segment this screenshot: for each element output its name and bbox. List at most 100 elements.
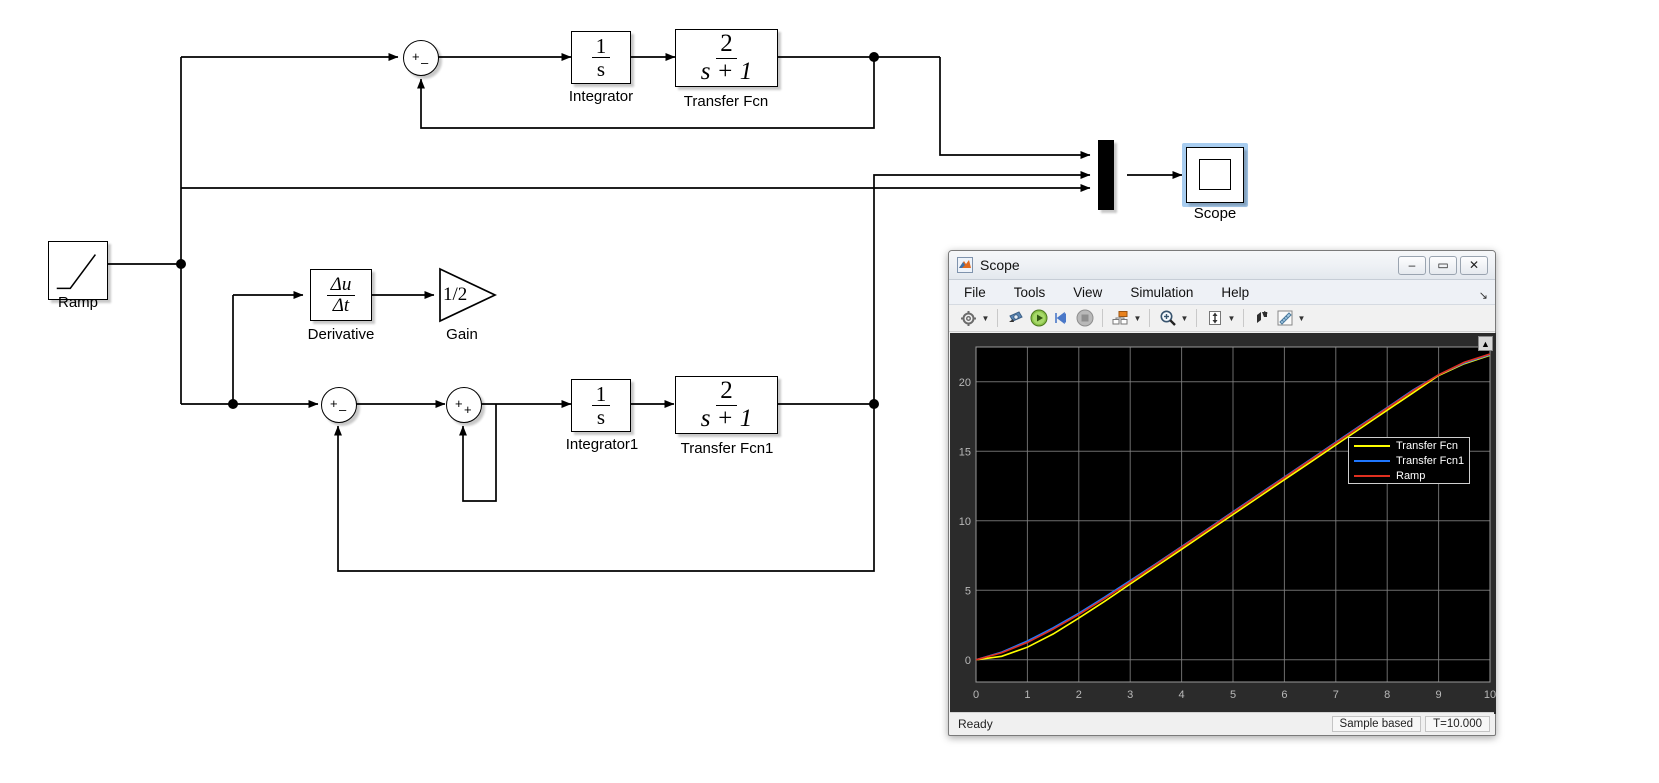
matlab-icon <box>957 257 973 273</box>
scope-window-title: Scope <box>980 257 1020 273</box>
scope-chart: 0 1 2 3 4 5 6 7 8 9 10 0 5 10 15 20 <box>959 346 1496 701</box>
block-label-scope: Scope <box>1193 205 1237 222</box>
minimize-button[interactable]: – <box>1398 255 1426 275</box>
scope-statusbar: Ready Sample based T=10.000 <box>950 712 1494 734</box>
legend-item[interactable]: Ramp <box>1349 468 1469 483</box>
integrator-denominator: s <box>596 57 606 81</box>
status-sample-mode: Sample based <box>1331 715 1422 732</box>
configuration-caret-icon[interactable]: ▼ <box>981 314 990 323</box>
legend-label: Ramp <box>1396 469 1426 482</box>
toolbar-separator-1 <box>997 309 998 327</box>
sum3-sign-plus-a: + <box>455 396 463 411</box>
menu-help[interactable]: Help <box>1218 283 1252 302</box>
block-label-integrator: Integrator <box>568 88 634 105</box>
print-icon[interactable] <box>1005 308 1026 329</box>
scope-window-titlebar[interactable]: Scope – ▭ ✕ <box>949 251 1495 280</box>
configuration-properties-icon[interactable] <box>958 308 979 329</box>
svg-text:6: 6 <box>1281 689 1287 701</box>
menubar-expand-icon[interactable]: ↘ <box>1479 289 1488 302</box>
toolbar-separator-2 <box>1102 309 1103 327</box>
toolbar-separator-4 <box>1196 309 1197 327</box>
block-sum-3[interactable]: + + <box>446 387 482 423</box>
style-icon[interactable] <box>1251 308 1272 329</box>
derivative-numerator: Δu <box>326 274 356 296</box>
block-label-integrator1: Integrator1 <box>565 436 639 453</box>
scope-plot-area[interactable]: ▲ 0 1 2 3 4 5 6 7 8 9 10 0 5 10 15 20 Transfer Fcn Trans… <box>950 333 1496 714</box>
scope-window[interactable]: Scope – ▭ ✕ File Tools View Simulation H… <box>948 250 1496 736</box>
block-label-transfer-fcn: Transfer Fcn <box>683 93 769 110</box>
svg-text:0: 0 <box>973 689 979 701</box>
legend-swatch <box>1354 474 1390 477</box>
toolbar-separator-5 <box>1243 309 1244 327</box>
derivative-denominator: Δt <box>332 294 350 316</box>
block-derivative[interactable]: Δu Δt <box>310 269 372 321</box>
svg-text:10: 10 <box>959 516 971 528</box>
legend-label: Transfer Fcn1 <box>1396 454 1465 467</box>
legend-swatch <box>1354 459 1390 462</box>
plot-maximize-icon[interactable]: ▲ <box>1478 336 1493 351</box>
block-mux[interactable] <box>1098 140 1114 210</box>
measurements-icon[interactable] <box>1274 308 1295 329</box>
integrator1-denominator: s <box>596 405 606 429</box>
run-icon[interactable] <box>1028 308 1049 329</box>
status-ready: Ready <box>958 716 993 731</box>
legend-item[interactable]: Transfer Fcn1 <box>1349 453 1469 468</box>
stop-icon[interactable] <box>1074 308 1095 329</box>
block-integrator[interactable]: 1 s <box>571 31 631 84</box>
svg-text:7: 7 <box>1333 689 1339 701</box>
measurements-caret-icon[interactable]: ▼ <box>1297 314 1306 323</box>
sum2-sign-plus: + <box>330 396 338 411</box>
window-controls[interactable]: – ▭ ✕ <box>1398 255 1491 275</box>
menu-view[interactable]: View <box>1070 283 1105 302</box>
autoscale-caret-icon[interactable]: ▼ <box>1227 314 1236 323</box>
zoom-in-icon[interactable] <box>1157 308 1178 329</box>
legend-item[interactable]: Transfer Fcn <box>1349 438 1469 453</box>
ramp-icon <box>56 254 97 290</box>
scope-icon <box>1199 159 1231 190</box>
block-transfer-fcn1[interactable]: 2 s + 1 <box>675 376 778 434</box>
block-label-gain: Gain <box>446 326 478 343</box>
block-gain[interactable]: 1/2 <box>437 267 497 323</box>
block-sum-1[interactable]: + – <box>403 40 439 76</box>
transfer-fcn1-denominator: s + 1 <box>700 404 753 432</box>
menu-simulation[interactable]: Simulation <box>1127 283 1196 302</box>
sum3-sign-plus-b: + <box>464 402 472 417</box>
block-ramp[interactable] <box>48 241 108 300</box>
signal-selection-caret-icon[interactable]: ▼ <box>1133 314 1142 323</box>
step-forward-icon[interactable] <box>1051 308 1072 329</box>
svg-text:1: 1 <box>1024 689 1030 701</box>
svg-text:0: 0 <box>965 655 971 667</box>
svg-text:8: 8 <box>1384 689 1390 701</box>
integrator-numerator: 1 <box>591 35 611 58</box>
zoom-in-caret-icon[interactable]: ▼ <box>1180 314 1189 323</box>
svg-text:4: 4 <box>1179 689 1185 701</box>
block-sum-2[interactable]: + – <box>321 387 357 423</box>
signal-selection-icon[interactable] <box>1110 308 1131 329</box>
scope-toolbar[interactable]: ▼ ▼ ▼ ▼ ▼ <box>949 305 1495 332</box>
maximize-button[interactable]: ▭ <box>1429 255 1457 275</box>
block-transfer-fcn[interactable]: 2 s + 1 <box>675 29 778 87</box>
autoscale-icon[interactable] <box>1204 308 1225 329</box>
block-label-ramp: Ramp <box>57 294 98 311</box>
svg-text:2: 2 <box>1076 689 1082 701</box>
sum1-sign-minus: – <box>421 55 429 70</box>
gain-value: 1/2 <box>443 284 468 305</box>
sum1-sign-plus: + <box>412 49 420 64</box>
transfer-fcn-denominator: s + 1 <box>700 57 753 85</box>
close-button[interactable]: ✕ <box>1460 255 1488 275</box>
transfer-fcn1-numerator: 2 <box>716 378 737 406</box>
svg-text:10: 10 <box>1484 689 1496 701</box>
legend-swatch <box>1354 444 1390 447</box>
chart-legend[interactable]: Transfer Fcn Transfer Fcn1 Ramp <box>1348 437 1471 484</box>
block-integrator1[interactable]: 1 s <box>571 379 631 432</box>
legend-label: Transfer Fcn <box>1396 439 1458 452</box>
menu-tools[interactable]: Tools <box>1011 283 1049 302</box>
block-scope[interactable] <box>1186 147 1244 203</box>
svg-text:9: 9 <box>1436 689 1442 701</box>
menu-file[interactable]: File <box>961 283 989 302</box>
block-label-transfer-fcn1: Transfer Fcn1 <box>680 440 774 457</box>
svg-text:5: 5 <box>1230 689 1236 701</box>
status-right-group: Sample based T=10.000 <box>1331 715 1494 732</box>
scope-menubar[interactable]: File Tools View Simulation Help ↘ <box>949 280 1495 305</box>
svg-text:20: 20 <box>959 377 971 389</box>
